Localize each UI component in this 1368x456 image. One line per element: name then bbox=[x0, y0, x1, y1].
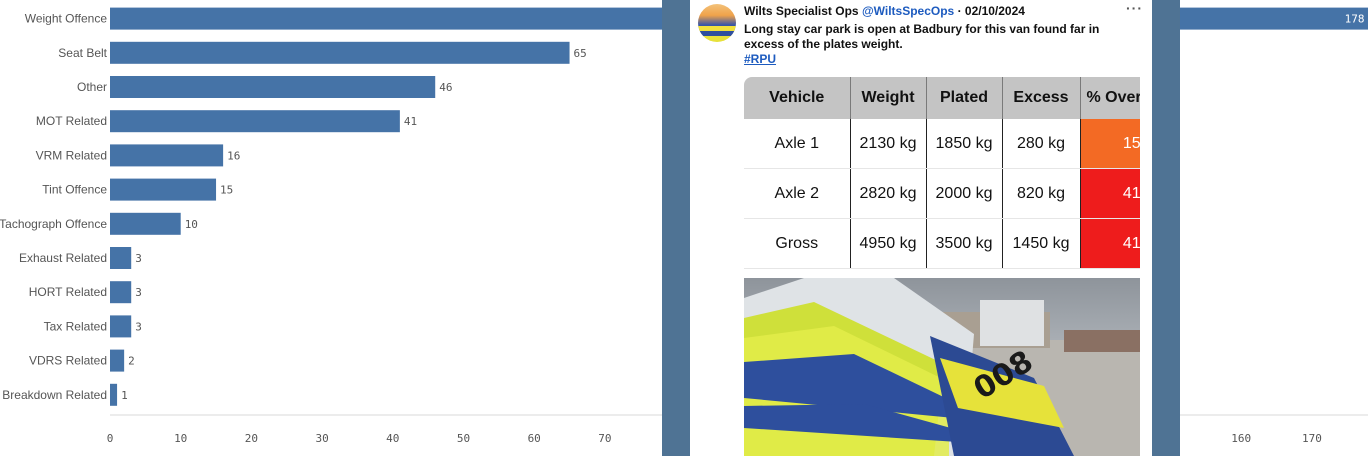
category-label: VDRS Related bbox=[29, 354, 107, 368]
wilts-specialist-ops-avatar[interactable] bbox=[698, 4, 736, 42]
category-label: Tint Offence bbox=[42, 183, 107, 197]
category-label: Other bbox=[77, 80, 107, 94]
table-cell: 3500 kg bbox=[925, 218, 1002, 269]
x-tick-label: 40 bbox=[386, 432, 399, 445]
tweet-text: Long stay car park is open at Badbury fo… bbox=[744, 22, 1124, 67]
bar[interactable] bbox=[110, 178, 217, 201]
table-row: Gross 4950 kg 3500 kg 1450 kg 41.4 bbox=[744, 218, 1140, 269]
tweet-author[interactable]: Wilts Specialist Ops bbox=[744, 4, 859, 18]
x-tick-label: 30 bbox=[315, 432, 328, 445]
column-header: Weight bbox=[849, 77, 926, 119]
tweet-header: Wilts Specialist Ops @WiltsSpecOps · 02/… bbox=[744, 4, 1025, 18]
weights-table: Vehicle Weight Plated Excess % Over Axle… bbox=[744, 77, 1140, 269]
data-label: 10 bbox=[185, 218, 198, 231]
x-tick-label: 0 bbox=[107, 432, 114, 445]
table-cell: 2000 kg bbox=[925, 168, 1002, 219]
percent-over-cell: 15.1 bbox=[1079, 119, 1140, 169]
bar[interactable] bbox=[110, 349, 125, 372]
table-header-row: Vehicle Weight Plated Excess % Over bbox=[744, 77, 1140, 119]
category-label: Tax Related bbox=[44, 319, 107, 333]
column-header: Vehicle bbox=[744, 77, 850, 119]
table-row: Axle 2 2820 kg 2000 kg 820 kg 41.0 bbox=[744, 168, 1140, 219]
police-car-photo-graphic: 008 bbox=[744, 278, 1140, 456]
category-label: Weight Offence bbox=[25, 12, 108, 26]
bar[interactable] bbox=[110, 144, 224, 167]
x-tick-label: 20 bbox=[245, 432, 258, 445]
column-header: Plated bbox=[925, 77, 1002, 119]
column-header: % Over bbox=[1079, 77, 1140, 119]
table-cell: 4950 kg bbox=[849, 218, 926, 269]
data-label: 15 bbox=[220, 184, 233, 197]
x-tick-label: 70 bbox=[598, 432, 611, 445]
police-car-photo[interactable]: 008 bbox=[744, 278, 1140, 456]
category-label: MOT Related bbox=[36, 114, 107, 128]
offence-bar-chart: Weight Offence Seat Belt 65 Other 46 MOT Rela… bbox=[0, 7, 662, 445]
tweet-body: Long stay car park is open at Badbury fo… bbox=[744, 22, 1100, 51]
table-cell: 280 kg bbox=[1001, 119, 1080, 169]
embedded-tweet-frame: Wilts Specialist Ops @WiltsSpecOps · 02/… bbox=[662, 0, 1180, 456]
data-label: 41 bbox=[404, 115, 417, 128]
tweet-card[interactable]: Wilts Specialist Ops @WiltsSpecOps · 02/… bbox=[690, 0, 1152, 456]
bar[interactable] bbox=[110, 247, 132, 269]
table-cell: 1850 kg bbox=[925, 119, 1002, 169]
table-cell: Gross bbox=[744, 218, 850, 269]
x-tick-label: 10 bbox=[174, 432, 187, 445]
table-cell: Axle 2 bbox=[744, 168, 850, 219]
data-label: 65 bbox=[574, 47, 587, 60]
hashtag-link[interactable]: #RPU bbox=[744, 52, 1124, 67]
column-header: Excess bbox=[1001, 77, 1080, 119]
category-label: HORT Related bbox=[29, 285, 107, 299]
bar[interactable] bbox=[110, 110, 400, 133]
data-label: 16 bbox=[227, 149, 240, 162]
data-label: 178 bbox=[1345, 13, 1365, 26]
percent-over-cell: 41.4 bbox=[1079, 218, 1140, 269]
data-label: 46 bbox=[439, 81, 452, 94]
table-cell: 2820 kg bbox=[849, 168, 926, 219]
bar[interactable] bbox=[110, 7, 662, 30]
bar[interactable] bbox=[110, 41, 570, 64]
category-label: Breakdown Related bbox=[2, 388, 107, 402]
tweet-handle[interactable]: @WiltsSpecOps bbox=[862, 4, 954, 18]
bar[interactable] bbox=[110, 383, 118, 406]
x-tick-label: 60 bbox=[528, 432, 541, 445]
bar[interactable] bbox=[110, 212, 181, 235]
category-label: VRM Related bbox=[36, 148, 107, 162]
table-cell: 1450 kg bbox=[1001, 218, 1080, 269]
percent-over-cell: 41.0 bbox=[1079, 168, 1140, 219]
bar[interactable] bbox=[110, 281, 132, 304]
tweet-date[interactable]: · 02/10/2024 bbox=[958, 4, 1025, 18]
bar[interactable] bbox=[110, 315, 132, 338]
weights-table-image: Vehicle Weight Plated Excess % Over Axle… bbox=[744, 77, 1140, 271]
data-label: 2 bbox=[128, 355, 135, 368]
bar[interactable] bbox=[110, 76, 436, 98]
data-label: 3 bbox=[135, 320, 142, 333]
table-cell: 820 kg bbox=[1001, 168, 1080, 219]
data-label: 3 bbox=[135, 286, 142, 299]
offence-bar-chart-right-part: 178150160170 bbox=[1180, 7, 1368, 445]
x-tick-label: 170 bbox=[1302, 432, 1322, 445]
x-tick-label: 160 bbox=[1231, 432, 1251, 445]
x-tick-label: 50 bbox=[457, 432, 470, 445]
table-cell: 2130 kg bbox=[849, 119, 926, 169]
category-label: Seat Belt bbox=[58, 46, 107, 60]
bar[interactable] bbox=[1180, 7, 1368, 30]
table-cell: Axle 1 bbox=[744, 119, 850, 169]
more-options-icon[interactable]: ··· bbox=[1126, 0, 1143, 16]
table-row: Axle 1 2130 kg 1850 kg 280 kg 15.1 bbox=[744, 119, 1140, 169]
data-label: 1 bbox=[121, 389, 128, 402]
data-label: 3 bbox=[135, 252, 142, 265]
category-label: Tachograph Offence bbox=[0, 217, 107, 231]
category-label: Exhaust Related bbox=[19, 251, 107, 265]
